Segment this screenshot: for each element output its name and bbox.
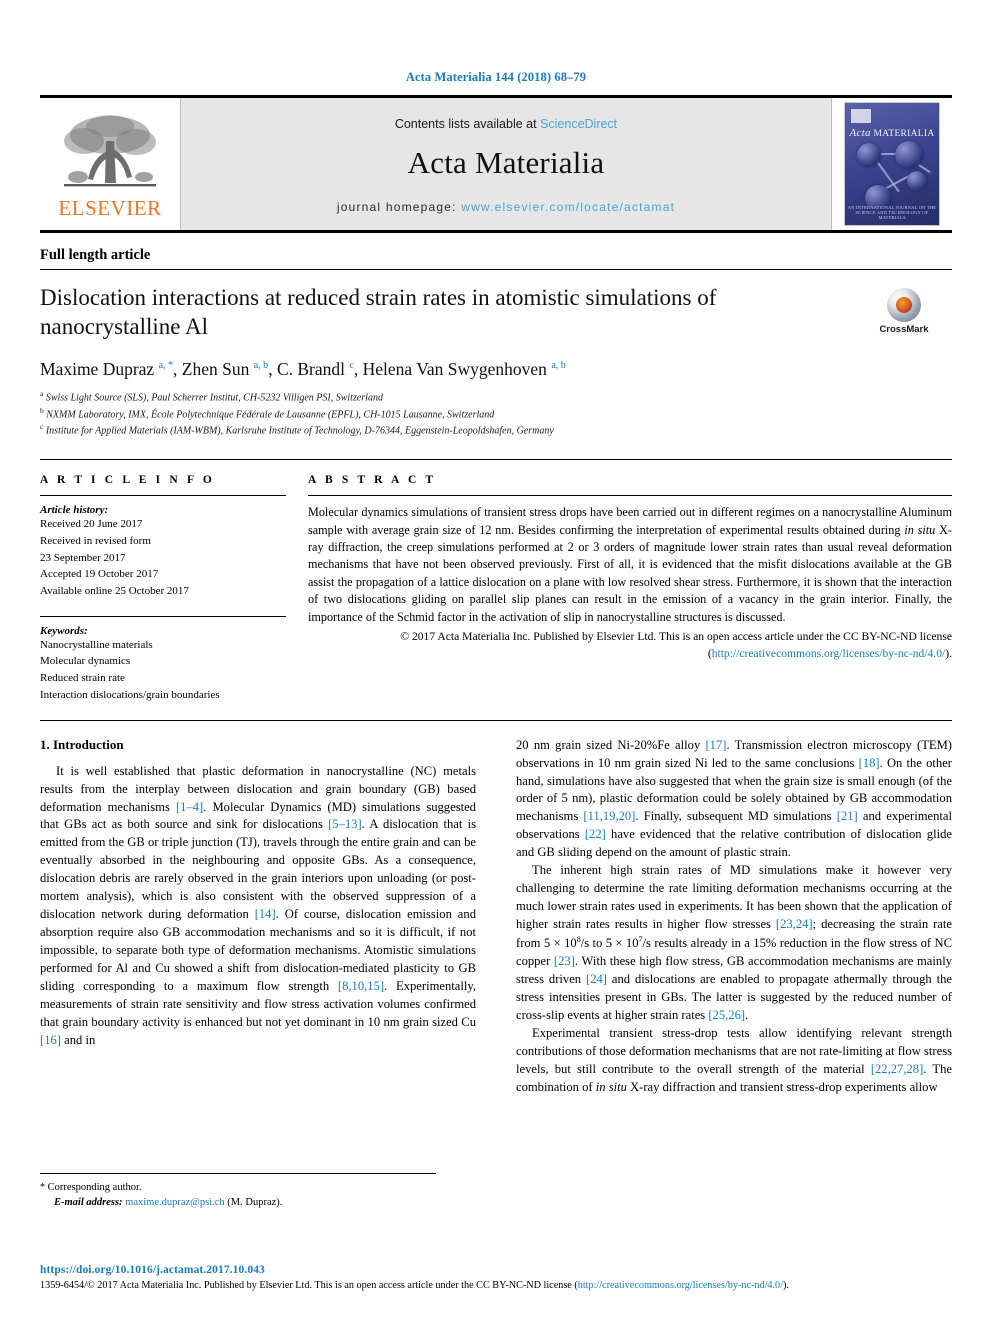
cover-node [857,143,881,167]
running-head: Acta Materialia 144 (2018) 68–79 [405,70,587,84]
title-container: Dislocation interactions at reduced stra… [40,284,856,342]
info-abstract-section: A R T I C L E I N F O Article history: R… [40,459,952,703]
journal-cover: Acta MATERIALIA AN INTERNATIONAL JOURNAL… [832,98,952,230]
author-list: Maxime Dupraz a, *, Zhen Sun a, b, C. Br… [40,358,566,379]
cover-node [907,171,927,191]
elsevier-wordmark: ELSEVIER [58,196,162,220]
journal-homepage-link[interactable]: www.elsevier.com/locate/actamat [461,200,675,214]
abstract-text: Molecular dynamics simulations of transi… [308,505,952,624]
affiliation-text: Institute for Applied Materials (IAM-WBM… [45,425,554,437]
history-item: 23 September 2017 [40,551,126,564]
affiliation-a: a Swiss Light Source (SLS), Paul Scherre… [40,389,952,406]
paragraph: It is well established that plastic defo… [40,763,476,1047]
abstract-heading: A B S T R A C T [308,474,437,487]
cover-publisher-mark [851,109,871,123]
cover-node [895,141,923,169]
history-item: Received in revised form [40,534,151,547]
email-suffix: (M. Dupraz). [227,1197,283,1209]
email-link[interactable]: maxime.dupraz@psi.ch [125,1197,224,1208]
contents-available-line: Contents lists available at ScienceDirec… [395,117,617,131]
article-info-heading: A R T I C L E I N F O [40,474,215,487]
divider [308,495,952,497]
article-page: Acta Materialia 144 (2018) 68–79 ELSEVIE… [0,0,992,1323]
history-item: Accepted 19 October 2017 [40,568,159,581]
affiliation-text: NXMM Laboratory, IMX, École Polytechniqu… [46,408,495,420]
article-body: 1. Introduction It is well established t… [40,737,952,1097]
page-footer: https://doi.org/10.1016/j.actamat.2017.1… [40,1264,952,1293]
issn-copyright: 1359-6454/© 2017 Acta Materialia Inc. Pu… [40,1279,789,1291]
history-item: Available online 25 October 2017 [40,585,189,598]
body-column-left: 1. Introduction It is well established t… [40,737,476,1097]
divider [40,615,286,617]
crossmark-badge[interactable]: CrossMark [856,284,952,335]
divider [40,495,286,497]
paragraph: The inherent high strain rates of MD sim… [516,863,952,1022]
corresponding-author-line: * Corresponding author. [40,1180,436,1196]
cover-title: Acta MATERIALIA [845,127,939,139]
affiliation-text: Swiss Light Source (SLS), Paul Scherrer … [45,392,383,404]
cover-title-acta: Acta [849,127,871,139]
keywords-block: Keywords: Nanocrystalline materials Mole… [40,615,286,704]
email-label: E-mail address: [54,1197,123,1209]
sciencedirect-link[interactable]: ScienceDirect [540,117,617,131]
homepage-prefix: journal homepage: [336,199,462,214]
journal-banner: Contents lists available at ScienceDirec… [180,98,832,230]
corresponding-author-text: Corresponding author. [47,1181,142,1193]
keyword-item: Nanocrystalline materials [40,638,153,651]
keyword-item: Reduced strain rate [40,672,125,685]
title-block: Dislocation interactions at reduced stra… [40,284,952,342]
doi-link[interactable]: https://doi.org/10.1016/j.actamat.2017.1… [40,1264,952,1276]
crossmark-icon [887,288,921,322]
history-item: Received 20 June 2017 [40,518,143,531]
journal-masthead: ELSEVIER Contents lists available at Sci… [40,95,952,233]
article-type-label: Full length article [40,247,952,270]
affiliation-c: c Institute for Applied Materials (IAM-W… [40,422,952,439]
divider [40,719,952,721]
cover-title-materialia: MATERIALIA [873,129,935,139]
affiliation-marker: a [40,388,44,398]
cover-footer-text: AN INTERNATIONAL JOURNAL ON THE SCIENCE … [847,205,937,220]
contents-prefix: Contents lists available at [394,116,541,131]
keyword-item: Molecular dynamics [40,655,131,668]
abstract-copyright: © 2017 Acta Materialia Inc. Published by… [400,630,952,660]
affiliation-marker: c [40,422,44,432]
keywords-label: Keywords: [40,624,88,637]
abstract-column: A B S T R A C T Molecular dynamics simul… [308,474,952,703]
elsevier-logo: ELSEVIER [40,98,180,230]
affiliation-b: b NXMM Laboratory, IMX, École Polytechni… [40,406,952,423]
article-history-label: Article history: [40,504,109,517]
email-line: E-mail address: maxime.dupraz@psi.ch (M.… [40,1195,436,1211]
body-column-right: 20 nm grain sized Ni-20%Fe alloy [17]. T… [516,737,952,1097]
paragraph: 20 nm grain sized Ni-20%Fe alloy [17]. T… [516,737,952,860]
journal-title: Acta Materialia [407,144,605,180]
crossmark-label: CrossMark [879,324,929,335]
journal-cover-thumbnail: Acta MATERIALIA AN INTERNATIONAL JOURNAL… [844,102,940,226]
affiliation-marker: b [40,405,44,415]
paragraph: Experimental transient stress-drop tests… [516,1025,952,1094]
affiliation-list: a Swiss Light Source (SLS), Paul Scherre… [40,389,952,439]
footnote-asterisk: * [40,1181,45,1193]
article-info-column: A R T I C L E I N F O Article history: R… [40,474,286,703]
corresponding-author-footnote: * Corresponding author. E-mail address: … [40,1172,436,1212]
keyword-item: Interaction dislocations/grain boundarie… [40,688,220,701]
journal-homepage-line: journal homepage: www.elsevier.com/locat… [337,200,675,214]
section-heading-introduction: 1. Introduction [40,736,124,752]
elsevier-tree-icon [64,115,156,187]
page-title: Dislocation interactions at reduced stra… [40,285,717,339]
